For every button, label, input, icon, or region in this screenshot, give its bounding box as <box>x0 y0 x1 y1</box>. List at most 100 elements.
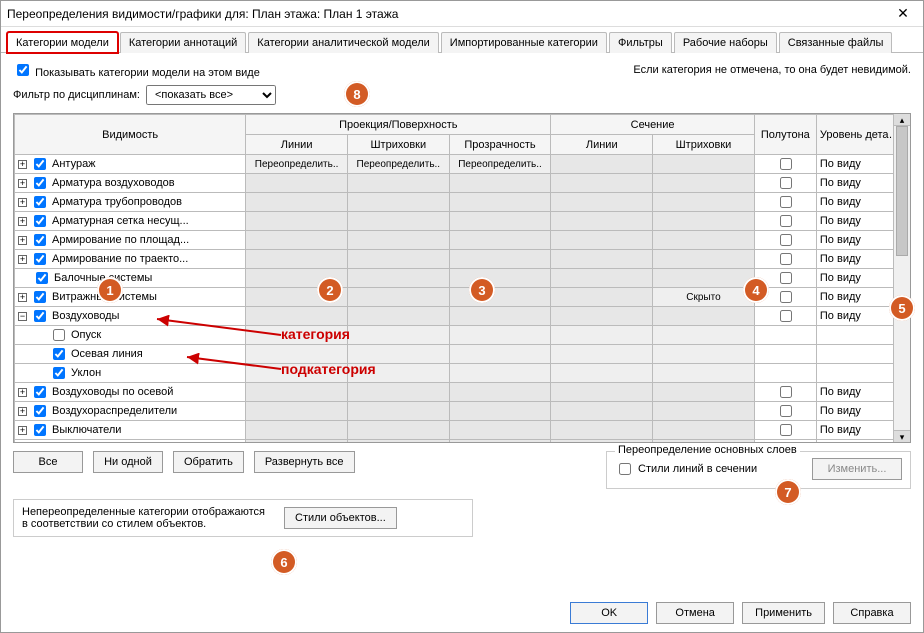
cancel-button[interactable]: Отмена <box>656 602 734 624</box>
visibility-checkbox[interactable] <box>34 234 46 246</box>
halftone-cell[interactable] <box>754 212 816 231</box>
override-cell[interactable] <box>653 345 755 364</box>
table-row[interactable]: +АнтуражПереопределить..Переопределить..… <box>15 155 894 174</box>
override-cell[interactable] <box>551 307 653 326</box>
detail-level-cell[interactable]: По виду <box>816 174 893 193</box>
none-button[interactable]: Ни одной <box>93 451 163 473</box>
visibility-checkbox[interactable] <box>53 367 65 379</box>
override-cell[interactable] <box>551 421 653 440</box>
expand-icon[interactable]: + <box>18 388 27 397</box>
detail-level-cell[interactable]: По виду <box>816 250 893 269</box>
tab-linked-files[interactable]: Связанные файлы <box>779 32 893 53</box>
table-row[interactable]: +ВыключателиПо виду <box>15 421 894 440</box>
override-cell[interactable] <box>246 402 348 421</box>
halftone-cell[interactable] <box>754 383 816 402</box>
halftone-cell[interactable] <box>754 193 816 212</box>
override-cell[interactable] <box>449 231 551 250</box>
override-cell[interactable] <box>449 307 551 326</box>
override-cell[interactable] <box>551 364 653 383</box>
override-cell[interactable] <box>449 269 551 288</box>
expand-icon[interactable]: + <box>18 217 27 226</box>
halftone-checkbox[interactable] <box>780 177 792 189</box>
halftone-checkbox[interactable] <box>780 405 792 417</box>
scroll-down-icon[interactable]: ▾ <box>894 430 910 442</box>
override-cell[interactable]: Переопределить.. <box>347 155 449 174</box>
override-cell[interactable] <box>347 193 449 212</box>
table-row[interactable]: Осевая линия <box>15 345 894 364</box>
override-cell[interactable] <box>246 231 348 250</box>
halftone-cell[interactable] <box>754 440 816 443</box>
override-cell[interactable] <box>449 440 551 443</box>
override-cell[interactable] <box>653 155 755 174</box>
override-cell[interactable] <box>246 307 348 326</box>
detail-level-cell[interactable]: По виду <box>816 155 893 174</box>
halftone-checkbox[interactable] <box>780 158 792 170</box>
detail-level-cell[interactable]: По виду <box>816 288 893 307</box>
override-cell[interactable]: Переопределить.. <box>246 155 348 174</box>
detail-level-cell[interactable]: По виду <box>816 402 893 421</box>
visibility-checkbox[interactable] <box>36 272 48 284</box>
table-row[interactable]: +Армирование по траекто...По виду <box>15 250 894 269</box>
override-cell[interactable] <box>551 174 653 193</box>
table-row[interactable]: +Армирование по площад...По виду <box>15 231 894 250</box>
override-cell[interactable] <box>653 269 755 288</box>
override-cell[interactable] <box>653 250 755 269</box>
override-cell[interactable] <box>653 307 755 326</box>
override-cell[interactable] <box>246 212 348 231</box>
override-cell[interactable] <box>347 383 449 402</box>
close-icon[interactable]: ✕ <box>889 5 917 22</box>
override-cell[interactable] <box>551 383 653 402</box>
vertical-scrollbar[interactable]: ▴ ▾ <box>893 114 910 442</box>
visibility-checkbox[interactable] <box>53 329 65 341</box>
override-cell[interactable] <box>653 421 755 440</box>
halftone-checkbox[interactable] <box>780 196 792 208</box>
expand-icon[interactable]: + <box>18 255 27 264</box>
detail-level-cell[interactable]: По виду <box>816 269 893 288</box>
scroll-up-icon[interactable]: ▴ <box>894 114 910 126</box>
tab-model-categories[interactable]: Категории модели <box>7 32 118 53</box>
override-cell[interactable] <box>347 269 449 288</box>
override-cell[interactable] <box>551 250 653 269</box>
override-cell[interactable] <box>246 440 348 443</box>
override-cell[interactable]: Скрыто <box>653 288 755 307</box>
override-cell[interactable] <box>551 155 653 174</box>
override-cell[interactable] <box>347 307 449 326</box>
override-cell[interactable] <box>449 212 551 231</box>
override-cell[interactable] <box>653 440 755 443</box>
halftone-checkbox[interactable] <box>780 291 792 303</box>
override-cell[interactable] <box>449 345 551 364</box>
invert-button[interactable]: Обратить <box>173 451 244 473</box>
halftone-checkbox[interactable] <box>780 253 792 265</box>
override-cell[interactable] <box>551 231 653 250</box>
override-cell[interactable] <box>347 326 449 345</box>
detail-level-cell[interactable]: По виду <box>816 440 893 443</box>
table-row[interactable]: Уклон <box>15 364 894 383</box>
visibility-checkbox[interactable] <box>34 253 46 265</box>
visibility-checkbox[interactable] <box>34 386 46 398</box>
override-cell[interactable] <box>246 250 348 269</box>
override-cell[interactable] <box>653 212 755 231</box>
show-categories-label[interactable]: Показывать категории модели на этом виде <box>13 61 260 79</box>
expand-icon[interactable]: + <box>18 179 27 188</box>
halftone-cell[interactable] <box>754 231 816 250</box>
show-categories-checkbox[interactable] <box>17 64 29 76</box>
override-cell[interactable] <box>449 402 551 421</box>
override-cell[interactable] <box>653 174 755 193</box>
expand-icon[interactable]: + <box>18 198 27 207</box>
override-cell[interactable] <box>347 231 449 250</box>
scroll-handle[interactable] <box>896 126 908 256</box>
override-cell[interactable] <box>347 174 449 193</box>
table-row[interactable]: −ВоздуховодыПо виду <box>15 307 894 326</box>
table-row[interactable]: +ВоздухораспределителиПо виду <box>15 402 894 421</box>
tab-worksets[interactable]: Рабочие наборы <box>674 32 777 53</box>
visibility-checkbox[interactable] <box>53 348 65 360</box>
override-cell[interactable] <box>551 212 653 231</box>
halftone-checkbox[interactable] <box>780 215 792 227</box>
category-grid[interactable]: Видимость Проекция/Поверхность Сечение П… <box>13 113 911 443</box>
detail-level-cell[interactable]: По виду <box>816 231 893 250</box>
override-cell[interactable] <box>246 193 348 212</box>
all-button[interactable]: Все <box>13 451 83 473</box>
override-cell[interactable] <box>449 288 551 307</box>
ok-button[interactable]: OK <box>570 602 648 624</box>
visibility-checkbox[interactable] <box>34 158 46 170</box>
